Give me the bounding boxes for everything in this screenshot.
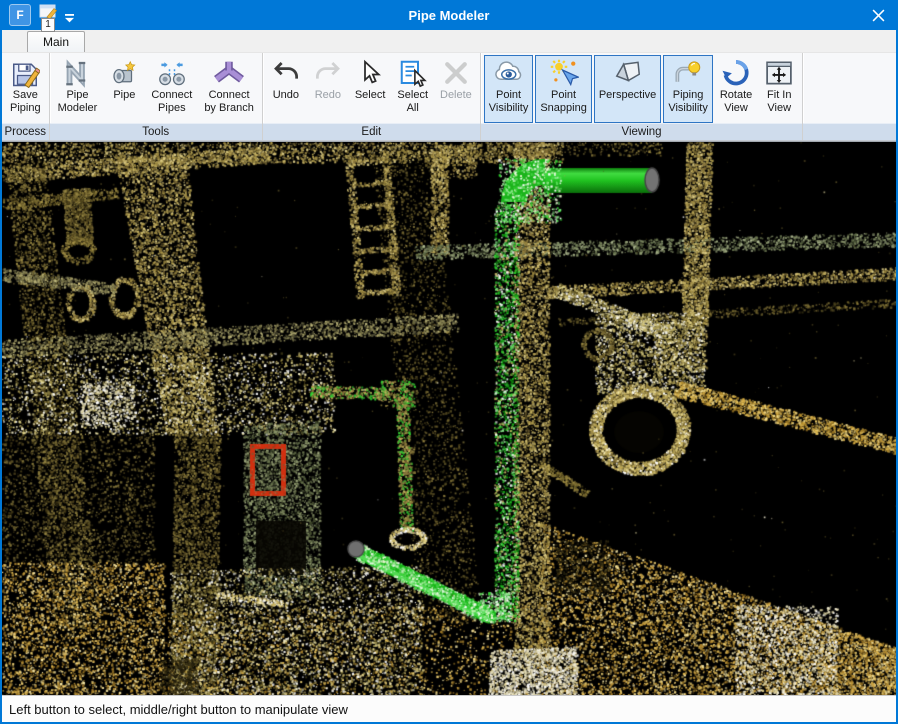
- ribbon-button-label: Pipe Modeler: [58, 89, 98, 114]
- ribbon-button-label: Perspective: [599, 89, 656, 102]
- select-icon: [355, 58, 385, 88]
- ribbon-button-redo[interactable]: Redo: [308, 55, 348, 123]
- ribbon-button-pipe[interactable]: Pipe: [104, 55, 144, 123]
- ribbon-tabs: Main: [2, 30, 896, 52]
- redo-icon: [313, 58, 343, 88]
- app-window: F 1 Pipe Modeler Main Save Piping Process…: [0, 0, 898, 724]
- connect-pipes-icon: [157, 58, 187, 88]
- connect-branch-icon: [214, 58, 244, 88]
- status-bar: Left button to select, middle/right butt…: [2, 695, 896, 722]
- ribbon-button-label: Fit In View: [767, 89, 791, 114]
- app-menu-button[interactable]: F: [9, 4, 31, 26]
- ribbon-button-label: Delete: [440, 89, 472, 102]
- quick-access-toolbar: 1: [39, 3, 74, 28]
- group-body: Point Visibility Point Snapping Perspectiv…: [481, 53, 802, 123]
- perspective-icon: [613, 58, 643, 88]
- ribbon-filler: [803, 53, 896, 140]
- piping-visibility-icon: [673, 58, 703, 88]
- chevron-down-icon[interactable]: [65, 10, 74, 28]
- ribbon-button-label: Piping Visibility: [668, 89, 708, 114]
- ribbon-button-save-piping[interactable]: Save Piping: [5, 55, 46, 123]
- window-title: Pipe Modeler: [2, 8, 896, 23]
- ribbon-button-rotate-view[interactable]: Rotate View: [715, 55, 757, 123]
- ribbon-button-label: Rotate View: [720, 89, 752, 114]
- point-visibility-icon: [494, 58, 524, 88]
- viewport-3d[interactable]: [2, 142, 896, 695]
- ribbon-button-pipe-modeler[interactable]: Pipe Modeler: [53, 55, 103, 123]
- ribbon-button-perspective[interactable]: Perspective: [594, 55, 661, 123]
- ribbon-button-point-snapping[interactable]: Point Snapping: [535, 55, 592, 123]
- status-text: Left button to select, middle/right butt…: [9, 702, 348, 717]
- ribbon-button-label: Pipe: [113, 89, 135, 102]
- ribbon: Save Piping Process Pipe Modeler Pipe Connec…: [2, 52, 896, 140]
- ribbon-group-viewing: Point Visibility Point Snapping Perspectiv…: [481, 53, 803, 140]
- tab-main[interactable]: Main: [27, 31, 85, 52]
- point-snapping-icon: [549, 58, 579, 88]
- ribbon-button-label: Connect Pipes: [151, 89, 192, 114]
- ribbon-button-label: Save Piping: [10, 89, 41, 114]
- ribbon-button-label: Point Visibility: [489, 89, 529, 114]
- group-label: Edit: [263, 123, 480, 140]
- ribbon-group-tools: Pipe Modeler Pipe Connect Pipes Connect by …: [50, 53, 263, 140]
- ribbon-button-label: Redo: [315, 89, 341, 102]
- point-cloud-canvas[interactable]: [2, 142, 896, 695]
- ribbon-button-label: Undo: [273, 89, 299, 102]
- undo-icon: [271, 58, 301, 88]
- close-button[interactable]: [860, 0, 896, 30]
- rotate-view-icon: [721, 58, 751, 88]
- ribbon-button-connect-pipes[interactable]: Connect Pipes: [146, 55, 197, 123]
- ribbon-button-label: Select All: [397, 89, 428, 114]
- ribbon-button-undo[interactable]: Undo: [266, 55, 306, 123]
- ribbon-button-point-visibility[interactable]: Point Visibility: [484, 55, 534, 123]
- ribbon-button-select-all[interactable]: Select All: [392, 55, 433, 123]
- ribbon-button-select[interactable]: Select: [350, 55, 391, 123]
- pipe-icon: [109, 58, 139, 88]
- ribbon-button-delete[interactable]: Delete: [435, 55, 477, 123]
- close-icon: [872, 9, 885, 22]
- save-icon: [10, 58, 40, 88]
- group-body: Pipe Modeler Pipe Connect Pipes Connect by …: [50, 53, 262, 123]
- ribbon-group-edit: Undo Redo Select Select All Delete Edit: [263, 53, 481, 140]
- ribbon-button-label: Select: [355, 89, 386, 102]
- ribbon-button-connect-by-branch[interactable]: Connect by Branch: [199, 55, 259, 123]
- group-label: Tools: [50, 123, 262, 140]
- ribbon-button-label: Connect by Branch: [204, 89, 254, 114]
- ribbon-button-piping-visibility[interactable]: Piping Visibility: [663, 55, 713, 123]
- qat-keytip: 1: [41, 18, 55, 32]
- titlebar: F 1 Pipe Modeler: [2, 0, 896, 30]
- group-label: Process: [2, 123, 49, 140]
- group-body: Save Piping: [2, 53, 49, 123]
- group-body: Undo Redo Select Select All Delete: [263, 53, 480, 123]
- ribbon-group-process: Save Piping Process: [2, 53, 50, 140]
- delete-icon: [441, 58, 471, 88]
- ribbon-button-fit-in-view[interactable]: Fit In View: [759, 55, 799, 123]
- group-label: Viewing: [481, 123, 802, 140]
- pipe-modeler-icon: [62, 58, 92, 88]
- select-all-icon: [398, 58, 428, 88]
- ribbon-button-label: Point Snapping: [540, 89, 587, 114]
- fit-in-view-icon: [764, 58, 794, 88]
